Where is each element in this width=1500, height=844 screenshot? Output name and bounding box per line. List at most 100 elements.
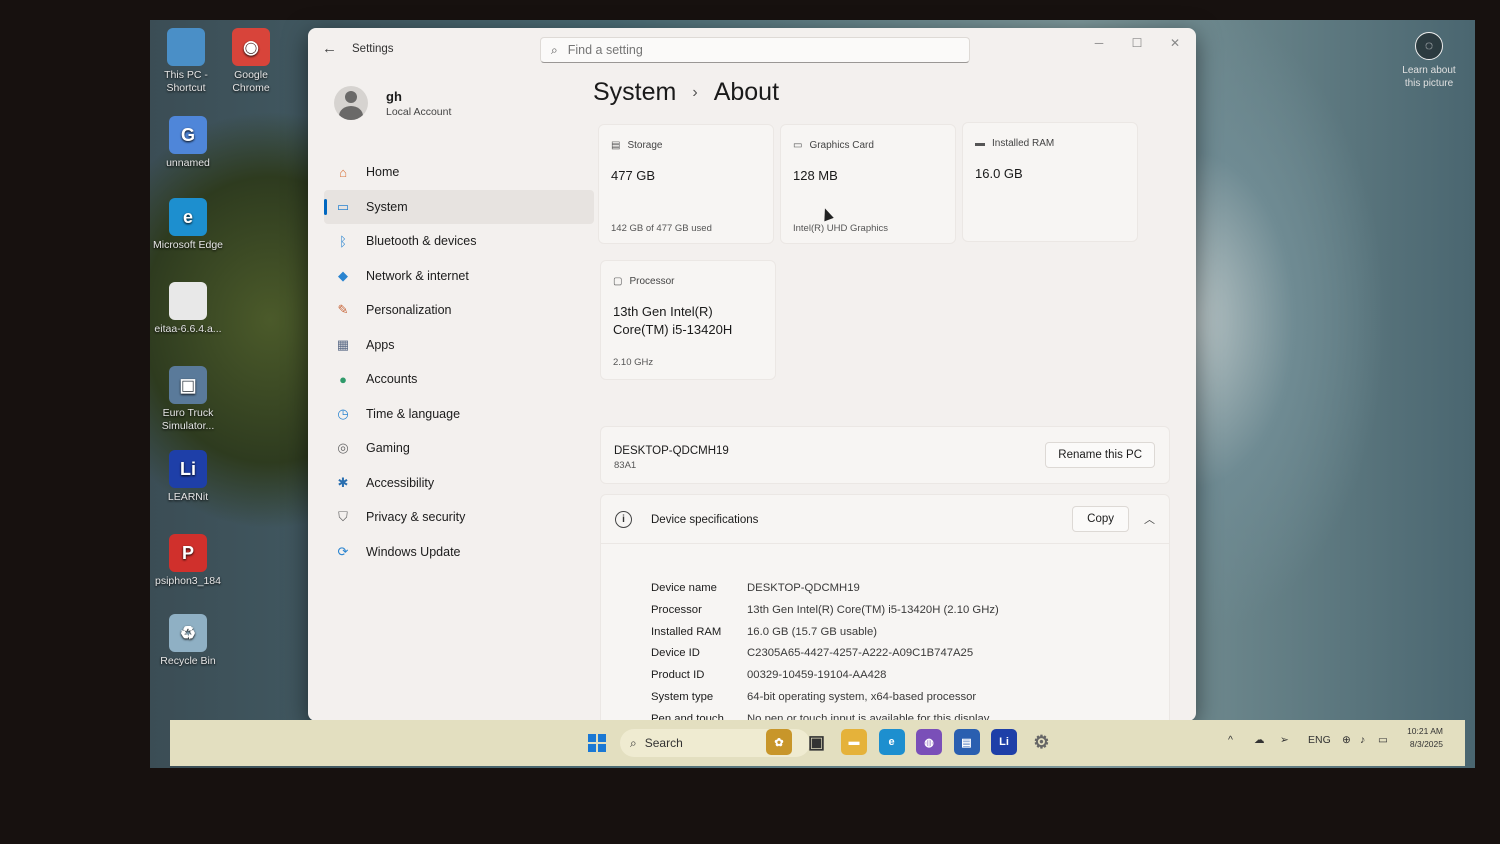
cloud-icon[interactable]: ☁ — [1254, 734, 1265, 746]
spec-value: 00329-10459-19104-AA428 — [747, 669, 887, 682]
sidebar-item-bluetooth-devices[interactable]: ᛒ Bluetooth & devices — [324, 224, 594, 259]
sidebar-item-label: Gaming — [366, 441, 410, 456]
profile-name: gh — [386, 88, 402, 104]
search-input[interactable] — [567, 43, 948, 57]
sidebar-item-label: Personalization — [366, 303, 452, 318]
monitor-icon: ▭ — [336, 198, 350, 214]
app-icon — [167, 28, 205, 66]
sidebar-item-time-language[interactable]: ◷ Time & language — [324, 397, 594, 432]
chevron-up-tray-icon[interactable]: ^ — [1228, 734, 1233, 746]
learnit-icon[interactable]: Li — [991, 729, 1017, 755]
chat-icon[interactable]: ◍ — [916, 729, 942, 755]
rename-pc-button[interactable]: Rename this PC — [1045, 442, 1155, 468]
app-icon — [169, 282, 207, 320]
search-icon: ⌕ — [551, 42, 558, 57]
desktop-icon[interactable]: e Microsoft Edge — [152, 198, 224, 252]
ram-icon: ▬ — [975, 138, 985, 149]
globe-clock-icon: ◷ — [337, 405, 349, 421]
desktop-icon[interactable]: This PC - Shortcut — [150, 28, 222, 95]
battery-icon[interactable]: ▭ — [1378, 734, 1388, 746]
file-explorer-icon[interactable]: ▬ — [841, 729, 867, 755]
desktop-icon-label: Recycle Bin — [160, 655, 216, 667]
sidebar-item-windows-update[interactable]: ⟳ Windows Update — [324, 535, 594, 570]
settings-search-box[interactable]: ⌕ — [540, 37, 970, 63]
desktop-icon[interactable]: Gunnamed — [152, 116, 224, 170]
desktop-icon[interactable]: ♻ Recycle Bin — [152, 614, 224, 668]
network-icon[interactable]: ⊕ — [1342, 734, 1351, 746]
processor-speed: 2.10 GHz — [613, 357, 654, 368]
storage-value: 477 GB — [611, 168, 656, 183]
app-icon: ◉ — [232, 28, 270, 66]
sidebar-item-label: Accounts — [366, 372, 418, 387]
sidebar-item-privacy-security[interactable]: ⛉ Privacy & security — [324, 500, 594, 535]
desktop-icon-label: unnamed — [166, 157, 210, 169]
spec-key: Installed RAM — [651, 625, 722, 638]
chevron-up-icon[interactable]: ︿ — [1144, 511, 1155, 527]
desktop-icon[interactable]: Li LEARNit — [152, 450, 224, 504]
send-icon[interactable]: ➢ — [1280, 734, 1289, 746]
copy-button[interactable]: Copy — [1072, 506, 1129, 532]
search-icon: ⌕ — [630, 735, 637, 750]
close-icon[interactable]: ✕ — [1160, 36, 1190, 56]
spec-title: Device specifications — [651, 514, 759, 526]
pc-model: 83A1 — [614, 460, 637, 471]
ram-card[interactable]: ▬ Installed RAM 16.0 GB — [962, 122, 1138, 242]
pc-name-row: DESKTOP-QDCMH19 83A1 Rename this PC — [600, 426, 1170, 484]
start-windows-icon[interactable] — [588, 734, 606, 752]
desktop-icon[interactable]: ▣ Euro Truck Simulator... — [152, 366, 224, 433]
sidebar-item-accounts[interactable]: ● Accounts — [324, 362, 594, 397]
title-bar: ← Settings ⌕ ─ ☐ ✕ — [308, 28, 1196, 72]
chevron-right-icon: › — [692, 83, 698, 101]
graphics-card[interactable]: ▭ Graphics Card 128 MB Intel(R) UHD Graph… — [780, 124, 956, 244]
shield-icon: ⛉ — [338, 509, 348, 525]
sidebar-item-label: Apps — [366, 337, 395, 352]
minimize-icon[interactable]: ─ — [1084, 36, 1114, 56]
desktop-icon-label: Microsoft Edge — [152, 239, 224, 251]
desktop-icon[interactable]: ◉ Google Chrome — [215, 28, 287, 95]
sidebar-item-home[interactable]: ⌂ Home — [324, 155, 594, 190]
maximize-icon[interactable]: ☐ — [1122, 36, 1152, 56]
sidebar-item-label: Home — [366, 165, 400, 180]
back-arrow-icon[interactable]: ← — [322, 40, 342, 60]
page-title: About — [713, 78, 780, 106]
learn-about-picture[interactable]: ◌ Learn about this picture — [1398, 32, 1460, 90]
device-specifications-list: Device name DESKTOP-QDCMH19 Processor 13th … — [600, 544, 1170, 721]
app-icon: ▣ — [169, 366, 207, 404]
sidebar-item-gaming[interactable]: ◎ Gaming — [324, 431, 594, 466]
language-indicator[interactable]: ENG — [1308, 734, 1331, 746]
spec-value: 64-bit operating system, x64-based proce… — [747, 691, 977, 703]
desktop-icon[interactable]: eitaa-6.6.4.a... — [152, 282, 224, 336]
store-icon[interactable]: ▤ — [953, 729, 980, 755]
ram-value: 16.0 GB — [975, 166, 1023, 181]
breadcrumb-parent[interactable]: System — [593, 78, 676, 107]
settings-gear-icon[interactable]: ⚙ — [1029, 729, 1055, 755]
app-icon: Li — [169, 450, 207, 488]
sidebar-item-accessibility[interactable]: ✱ Accessibility — [324, 466, 594, 501]
edge-icon[interactable]: e — [878, 729, 905, 755]
sidebar-item-label: Bluetooth & devices — [366, 234, 477, 249]
device-specifications-header[interactable]: i Device specifications Copy ︿ — [600, 494, 1170, 544]
spec-row: Processor 13th Gen Intel(R) Core(TM) i5-1… — [651, 604, 999, 616]
gamepad-icon: ◎ — [337, 440, 349, 456]
app-icon: G — [169, 116, 207, 154]
sidebar-item-personalization[interactable]: ✎ Personalization — [324, 293, 594, 328]
processor-card[interactable]: ▢ Processor 13th Gen Intel(R) Core(TM) i5… — [600, 260, 776, 380]
storage-icon: ▤ — [611, 140, 621, 151]
apps-icon: ▦ — [336, 336, 350, 352]
sidebar-item-apps[interactable]: ▦ Apps — [324, 328, 594, 363]
app-title: Settings — [352, 43, 394, 55]
person-icon: ● — [339, 371, 347, 387]
settings-window: ← Settings ⌕ ─ ☐ ✕ gh Local Account ⌂ Hom… — [308, 28, 1196, 721]
widgets-flower-icon[interactable]: ✿ — [766, 729, 792, 755]
clock[interactable]: 10:21 AM 8/3/2025 — [1395, 725, 1443, 751]
sidebar-item-network-internet[interactable]: ◆ Network & internet — [324, 259, 594, 294]
spec-row: Product ID 00329-10459-19104-AA428 — [651, 669, 886, 681]
storage-card[interactable]: ▤ Storage 477 GB 142 GB of 477 GB used — [598, 124, 774, 244]
task-view-icon[interactable]: ▣ — [804, 729, 830, 755]
sidebar-item-system[interactable]: ▭ System — [324, 189, 594, 224]
desktop-icon[interactable]: Ppsiphon3_184 — [152, 534, 224, 588]
avatar — [334, 86, 368, 120]
volume-icon[interactable]: ♪ — [1360, 734, 1365, 746]
user-profile[interactable]: gh Local Account — [334, 86, 451, 120]
spec-key: Device ID — [651, 647, 700, 660]
